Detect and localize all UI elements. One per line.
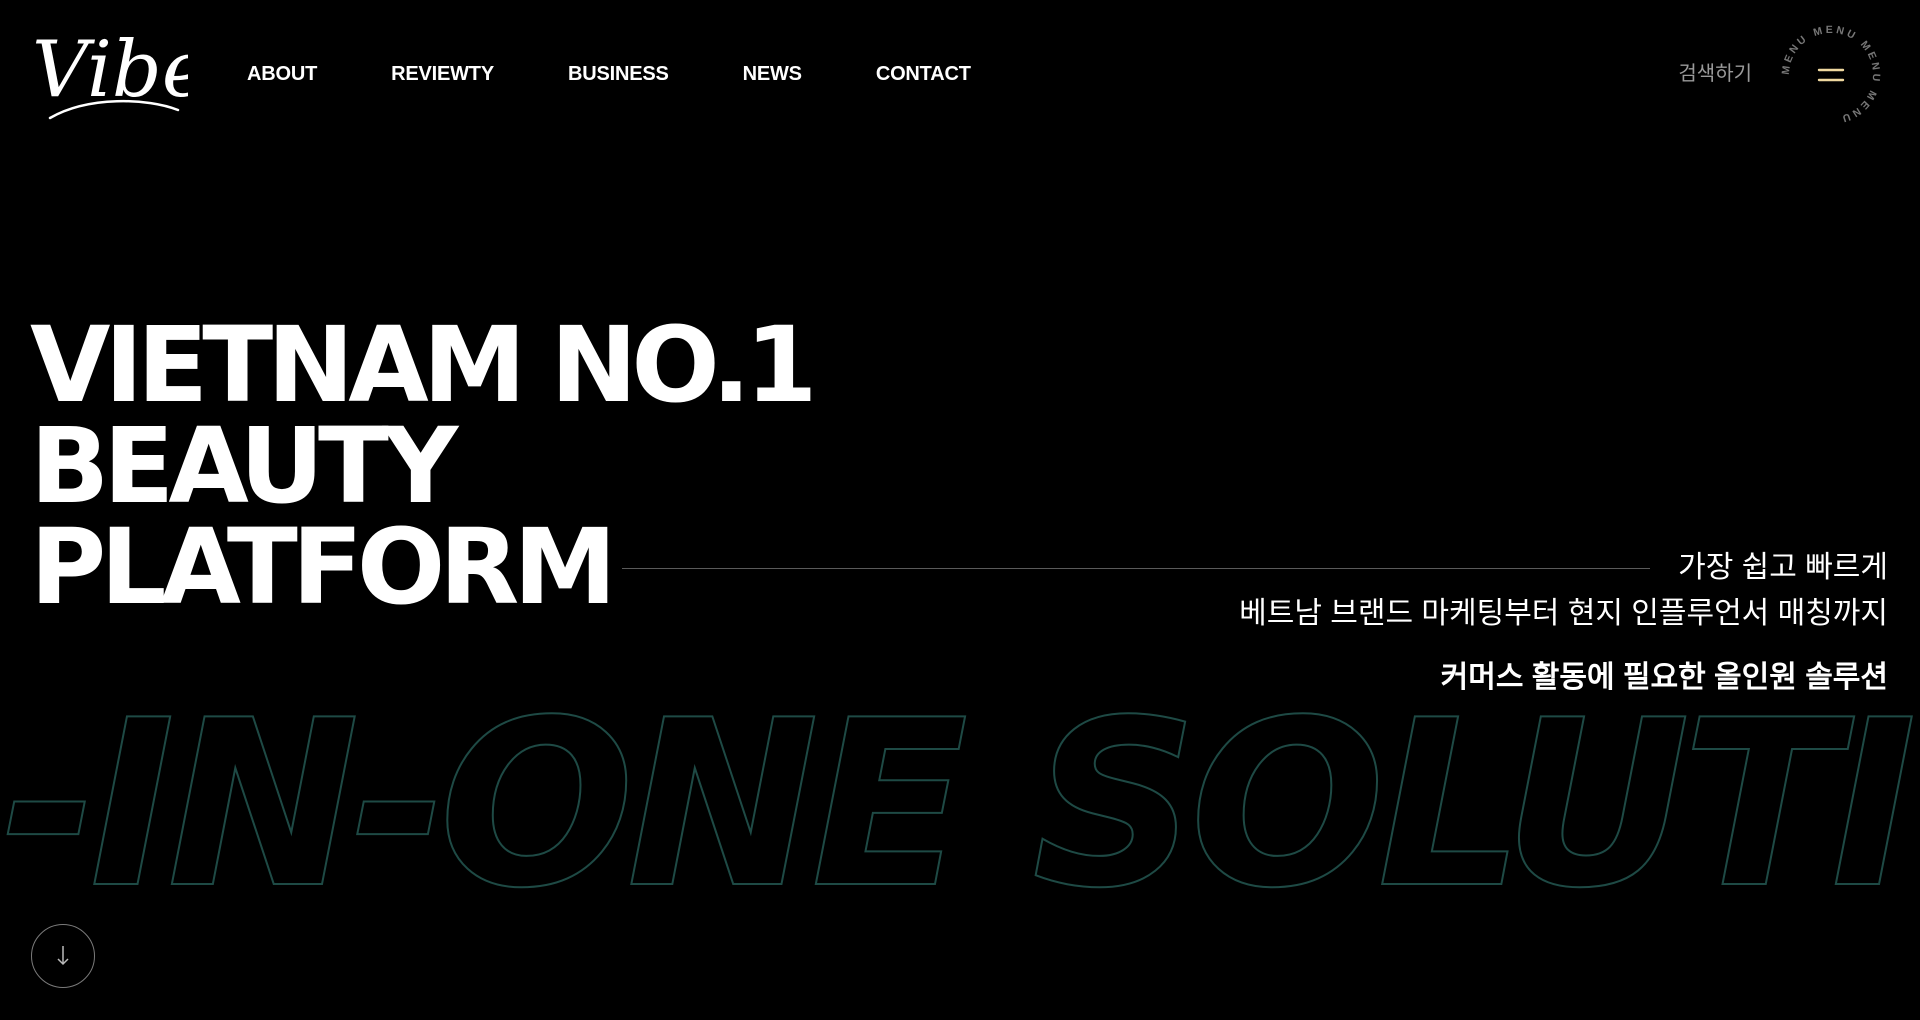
nav-reviewty[interactable]: REVIEWTY (391, 62, 494, 86)
menu-ring: MENU MENU MENU MENU (1780, 24, 1883, 125)
main-nav: ABOUT REVIEWTY BUSINESS NEWS CONTACT (247, 62, 1045, 86)
nav-contact[interactable]: CONTACT (876, 62, 971, 86)
tagline-line: 가장 쉽고 빠르게 (1678, 551, 1888, 584)
hero-title-line: VIETNAM NO.1 (30, 304, 817, 426)
scroll-down-button[interactable] (31, 924, 95, 988)
logo[interactable]: Vibey (28, 26, 188, 126)
hero-divider (622, 568, 1650, 569)
outline-marquee-graphic: -IN-ONE SOLUTI (1, 690, 1920, 910)
nav-business[interactable]: BUSINESS (568, 62, 669, 86)
nav-news[interactable]: NEWS (743, 62, 802, 86)
logo-mark: Vibey (32, 26, 188, 120)
page: Vibey ABOUT REVIEWTY BUSINESS NEWS CONTA… (0, 0, 1920, 1020)
menu-ring-text: MENU MENU MENU MENU (1780, 24, 1883, 125)
hero-title: VIETNAM NO.1 BEAUTY PLATFORM (30, 304, 817, 619)
tagline-line: 베트남 브랜드 마케팅부터 현지 인플루언서 매칭까지 (1239, 597, 1888, 630)
hamburger-icon (1817, 68, 1845, 82)
search-link[interactable]: 검색하기 (1678, 61, 1752, 87)
nav-about[interactable]: ABOUT (247, 62, 317, 86)
outline-marquee: -IN-ONE SOLUTI (0, 690, 1920, 910)
menu-button[interactable]: MENU MENU MENU MENU (1776, 20, 1886, 130)
outline-marquee-text: -IN-ONE SOLUTI (2, 690, 1912, 910)
arrow-down-icon (57, 946, 69, 966)
hero-title-line: BEAUTY (30, 405, 458, 527)
